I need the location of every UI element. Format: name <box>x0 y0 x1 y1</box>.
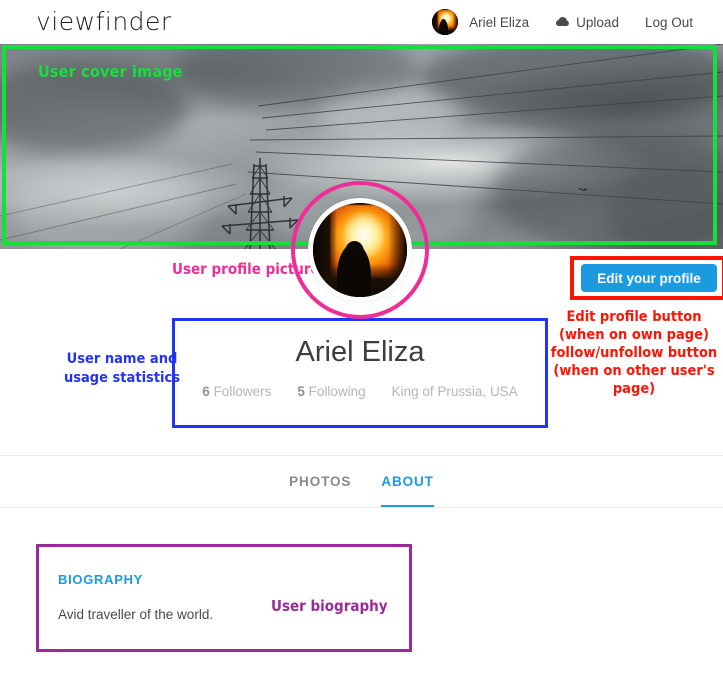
followers-count: 6 <box>202 384 210 399</box>
annotation-label-identity: User name and usage statistics <box>62 350 182 388</box>
edit-profile-button[interactable]: Edit your profile <box>581 264 717 292</box>
followers-stat[interactable]: 6 Followers <box>202 384 271 399</box>
annotation-label-biography: User biography <box>271 597 388 615</box>
navbar-upload-link[interactable]: Upload <box>555 15 619 30</box>
annotation-identity-line-1: User name and <box>66 351 178 367</box>
following-label: Following <box>308 384 366 399</box>
navbar-avatar[interactable] <box>432 9 459 35</box>
avatar-bonfire-art <box>432 9 459 35</box>
profile-picture[interactable] <box>308 198 412 302</box>
annotation-identity-line-2: usage statistics <box>63 370 181 386</box>
location-text: King of Prussia, USA <box>391 384 518 399</box>
identity-block: Ariel Eliza 6 Followers 5 Following King… <box>172 318 548 428</box>
profile-tabs: PHOTOS ABOUT <box>0 455 723 508</box>
top-navbar: viewfinder Ariel Eliza Upload Log Out <box>0 0 723 44</box>
biography-heading: BIOGRAPHY <box>58 572 144 587</box>
navbar-upload-label: Upload <box>576 14 619 30</box>
brand-logo[interactable]: viewfinder <box>36 7 172 36</box>
bird-silhouette-icon <box>578 188 588 191</box>
navbar-right-group: Ariel Eliza Upload Log Out <box>432 0 723 44</box>
profile-bonfire-art <box>313 203 407 297</box>
cloud-upload-icon <box>555 16 570 28</box>
annotation-edit-line-4: (when on other user's page) <box>553 363 715 397</box>
transmission-tower-icon <box>221 158 299 249</box>
annotation-label-edit-button: Edit profile button (when on own page) f… <box>545 308 723 398</box>
annotation-label-profile-picture: User profile picture <box>172 260 320 278</box>
divider-below-tabs <box>0 507 723 508</box>
biography-text: Avid traveller of the world. <box>58 607 214 622</box>
annotation-edit-line-1: Edit profile button <box>566 309 702 325</box>
annotation-edit-line-3: follow/unfollow button <box>550 345 718 361</box>
usage-statistics: 6 Followers 5 Following King of Prussia,… <box>172 384 548 399</box>
followers-label: Followers <box>213 384 272 399</box>
following-stat[interactable]: 5 Following <box>297 384 365 399</box>
tab-photos[interactable]: PHOTOS <box>289 455 351 508</box>
navbar-username[interactable]: Ariel Eliza <box>469 15 529 30</box>
navbar-logout-link[interactable]: Log Out <box>645 15 693 30</box>
profile-page: viewfinder Ariel Eliza Upload Log Out Us… <box>0 0 723 679</box>
navbar-logout-label: Log Out <box>644 14 693 30</box>
tab-about[interactable]: ABOUT <box>381 455 434 508</box>
annotation-edit-line-2: (when on own page) <box>559 327 709 343</box>
navbar-username-label: Ariel Eliza <box>469 14 530 30</box>
following-count: 5 <box>297 384 305 399</box>
page-title: Ariel Eliza <box>295 336 425 368</box>
annotation-label-cover: User cover image <box>38 62 183 81</box>
